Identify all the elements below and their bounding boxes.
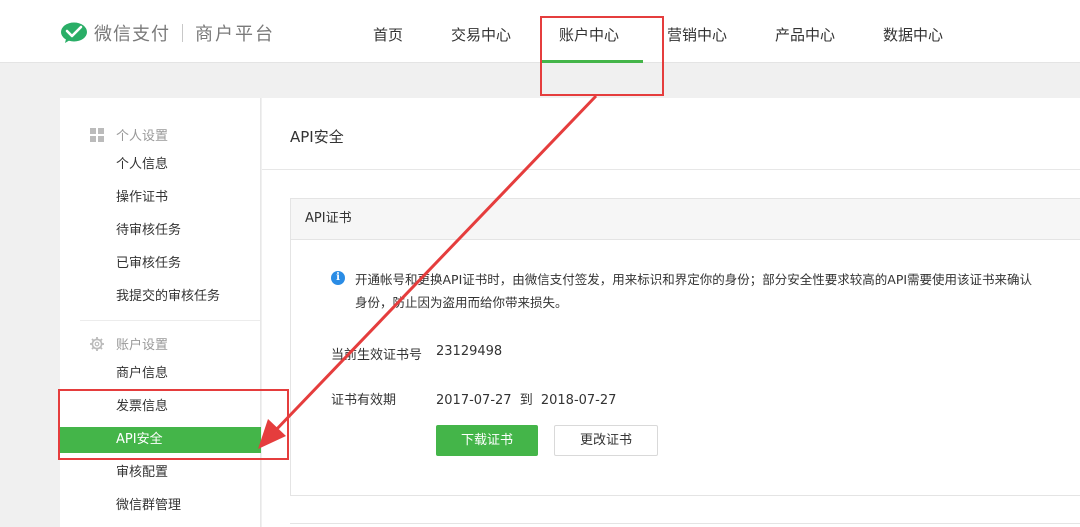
download-cert-button[interactable]: 下载证书 xyxy=(436,425,538,456)
page-title: API安全 xyxy=(290,128,344,146)
validity-label: 证书有效期 xyxy=(331,393,397,408)
wechat-pay-logo-icon xyxy=(61,22,87,43)
sidebar-item-operation-cert[interactable]: 操作证书 xyxy=(60,185,261,211)
nav-product-center[interactable]: 产品中心 xyxy=(775,24,835,45)
sidebar-item-wechat-group[interactable]: 微信群管理 xyxy=(60,493,261,519)
sidebar-item-personal-info[interactable]: 个人信息 xyxy=(60,152,261,178)
valid-to-word: 到 xyxy=(519,393,533,408)
sidebar-group-personal: 个人设置 xyxy=(90,125,168,144)
annotation-box-account-center xyxy=(540,16,664,96)
notice-text: 开通帐号和更换API证书时，由微信支付签发，用来标识和界定你的身份；部分安全性要… xyxy=(355,268,1080,314)
logo-divider xyxy=(182,24,183,42)
sidebar-item-my-submitted[interactable]: 我提交的审核任务 xyxy=(60,284,261,310)
sidebar-group-account: 账户设置 xyxy=(90,334,168,353)
notice-line: 开通帐号和更换API证书时，由微信支付签发，用来标识和界定你的身份；部分安全性要… xyxy=(355,272,1033,287)
sidebar-group-title: 个人设置 xyxy=(116,129,169,144)
product-name: 商户平台 xyxy=(195,24,275,45)
serial-label: 当前生效证书号 xyxy=(331,348,423,363)
nav-trade-center[interactable]: 交易中心 xyxy=(451,24,511,45)
main-content: API安全 API证书 i 开通帐号和更换API证书时，由微信支付签发，用来标识… xyxy=(262,98,1080,527)
change-cert-button[interactable]: 更改证书 xyxy=(554,425,658,456)
card-title: API证书 xyxy=(291,199,1080,240)
sidebar-divider xyxy=(80,320,260,321)
serial-value: 23129498 xyxy=(436,344,503,359)
nav-home[interactable]: 首页 xyxy=(373,24,403,45)
validity-value: 2017-07-27 到 2018-07-27 xyxy=(436,389,616,408)
sidebar-item-pending-review[interactable]: 待审核任务 xyxy=(60,218,261,244)
sidebar-item-review-config[interactable]: 审核配置 xyxy=(60,460,261,486)
valid-from: 2017-07-27 xyxy=(436,393,512,408)
sidebar-group-title: 账户设置 xyxy=(116,338,169,353)
gear-icon xyxy=(90,336,104,351)
sidebar-item-merchant-info[interactable]: 商户信息 xyxy=(60,361,261,387)
sidebar-item-reviewed[interactable]: 已审核任务 xyxy=(60,251,261,277)
notice-line: 身份，防止因为盗用而给你带来损失。 xyxy=(355,295,568,310)
logo[interactable]: 微信支付 商户平台 xyxy=(60,20,275,46)
nav-data-center[interactable]: 数据中心 xyxy=(883,24,943,45)
valid-to: 2018-07-27 xyxy=(540,393,617,408)
nav-marketing-center[interactable]: 营销中心 xyxy=(667,24,727,45)
grid-icon xyxy=(90,127,104,142)
brand-name: 微信支付 xyxy=(94,24,170,45)
sidebar: 个人设置 个人信息 操作证书 待审核任务 已审核任务 我提交的审核任务 账户设置… xyxy=(60,98,261,527)
section-divider xyxy=(290,523,1080,524)
api-cert-card: API证书 i 开通帐号和更换API证书时，由微信支付签发，用来标识和界定你的身… xyxy=(290,198,1080,496)
info-icon: i xyxy=(331,271,345,285)
annotation-box-api-security xyxy=(58,389,289,460)
title-divider xyxy=(262,169,1080,170)
